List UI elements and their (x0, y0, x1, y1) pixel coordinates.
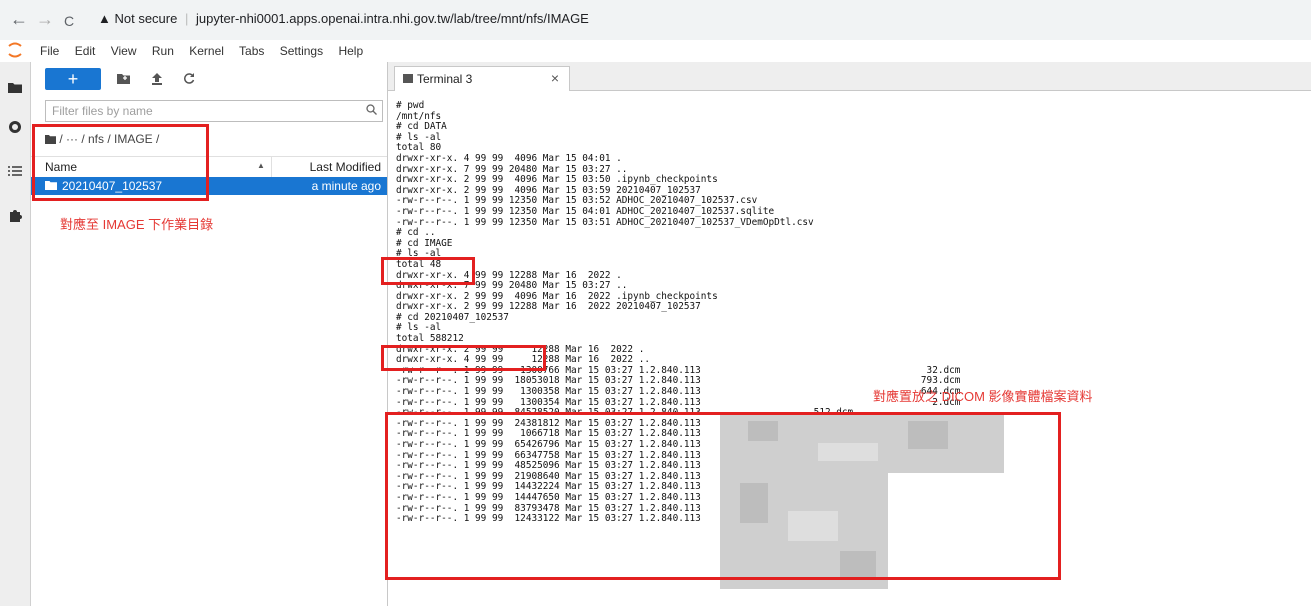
highlight-box-cd-image (381, 257, 475, 285)
menu-edit[interactable]: Edit (75, 44, 96, 58)
menu-settings[interactable]: Settings (280, 44, 323, 58)
close-icon[interactable]: × (551, 70, 559, 86)
not-secure-label: ▲ Not secure (98, 11, 178, 26)
new-launcher-button[interactable]: + (45, 68, 101, 90)
terminal-line: /mnt/nfs (396, 110, 442, 122)
upload-icon[interactable] (151, 72, 163, 85)
terminal-line: # cd IMAGE (396, 237, 453, 249)
annotation-left: 對應至 IMAGE 下作業目錄 (60, 217, 214, 232)
tab-label: Terminal 3 (417, 72, 473, 86)
terminal-line: -rw-r--r--. 1 99 99 12350 Mar 15 04:01 A… (396, 205, 775, 217)
address-bar[interactable]: ▲ Not secure | jupyter-nhi0001.apps.open… (98, 8, 589, 30)
terminal-icon (403, 74, 413, 83)
highlight-box-cd-folder (381, 345, 546, 371)
address-separator: | (184, 11, 189, 26)
terminal-line: -rw-r--r--. 1 99 99 12350 Mar 15 03:51 A… (396, 216, 814, 228)
menu-items: File Edit View Run Kernel Tabs Settings … (40, 44, 375, 58)
terminal-line: # cd DATA (396, 121, 447, 133)
back-arrow-icon[interactable]: ← (10, 10, 28, 28)
menu-help[interactable]: Help (338, 44, 363, 58)
file-modified: a minute ago (311, 179, 381, 193)
terminal-line: drwxr-xr-x. 4 99 99 4096 Mar 15 04:01 . (396, 152, 622, 164)
refresh-icon[interactable] (183, 72, 195, 84)
reload-icon[interactable]: C (64, 12, 74, 30)
left-sidebar-rail (0, 62, 31, 606)
menu-file[interactable]: File (40, 44, 59, 58)
commands-icon[interactable] (8, 164, 22, 178)
extensions-icon[interactable] (8, 208, 22, 222)
terminal-line: # pwd (396, 100, 425, 111)
menu-view[interactable]: View (111, 44, 137, 58)
terminal-line: # ls -al (396, 248, 442, 260)
highlight-box-dicom-files (385, 412, 1061, 580)
annotation-right: 對應置放之 DICOM 影像實體檔案資料 (873, 389, 1093, 404)
browser-toolbar: ← → C ▲ Not secure | jupyter-nhi0001.app… (0, 0, 1311, 41)
running-icon[interactable] (8, 120, 22, 134)
filter-input[interactable]: Filter files by name (45, 100, 383, 122)
url-text: jupyter-nhi0001.apps.openai.intra.nhi.go… (195, 11, 589, 26)
menu-kernel[interactable]: Kernel (189, 44, 224, 58)
terminal-line: # cd .. (396, 227, 436, 239)
jupyter-logo (8, 42, 22, 58)
terminal-line: # ls -al (396, 322, 442, 334)
menu-bar: File Edit View Run Kernel Tabs Settings … (0, 40, 1311, 63)
filter-placeholder: Filter files by name (52, 104, 153, 118)
forward-arrow-icon[interactable]: → (36, 10, 54, 28)
column-separator (271, 157, 272, 177)
menu-tabs[interactable]: Tabs (239, 44, 264, 58)
tab-terminal[interactable]: Terminal 3 × (394, 66, 570, 91)
terminal-line: # cd 20210407_102537 (396, 311, 509, 323)
terminal-line: total 48 (396, 258, 442, 270)
terminal-line: # ls -al (396, 131, 442, 143)
new-folder-icon[interactable] (117, 73, 130, 84)
menu-run[interactable]: Run (152, 44, 174, 58)
folder-icon[interactable] (8, 80, 22, 94)
column-last-modified[interactable]: Last Modified (310, 160, 381, 174)
tab-bar: Terminal 3 × (388, 62, 1311, 91)
highlight-box-breadcrumb (32, 124, 209, 201)
search-icon (366, 104, 377, 115)
sort-arrow-icon[interactable]: ▲ (257, 161, 265, 170)
